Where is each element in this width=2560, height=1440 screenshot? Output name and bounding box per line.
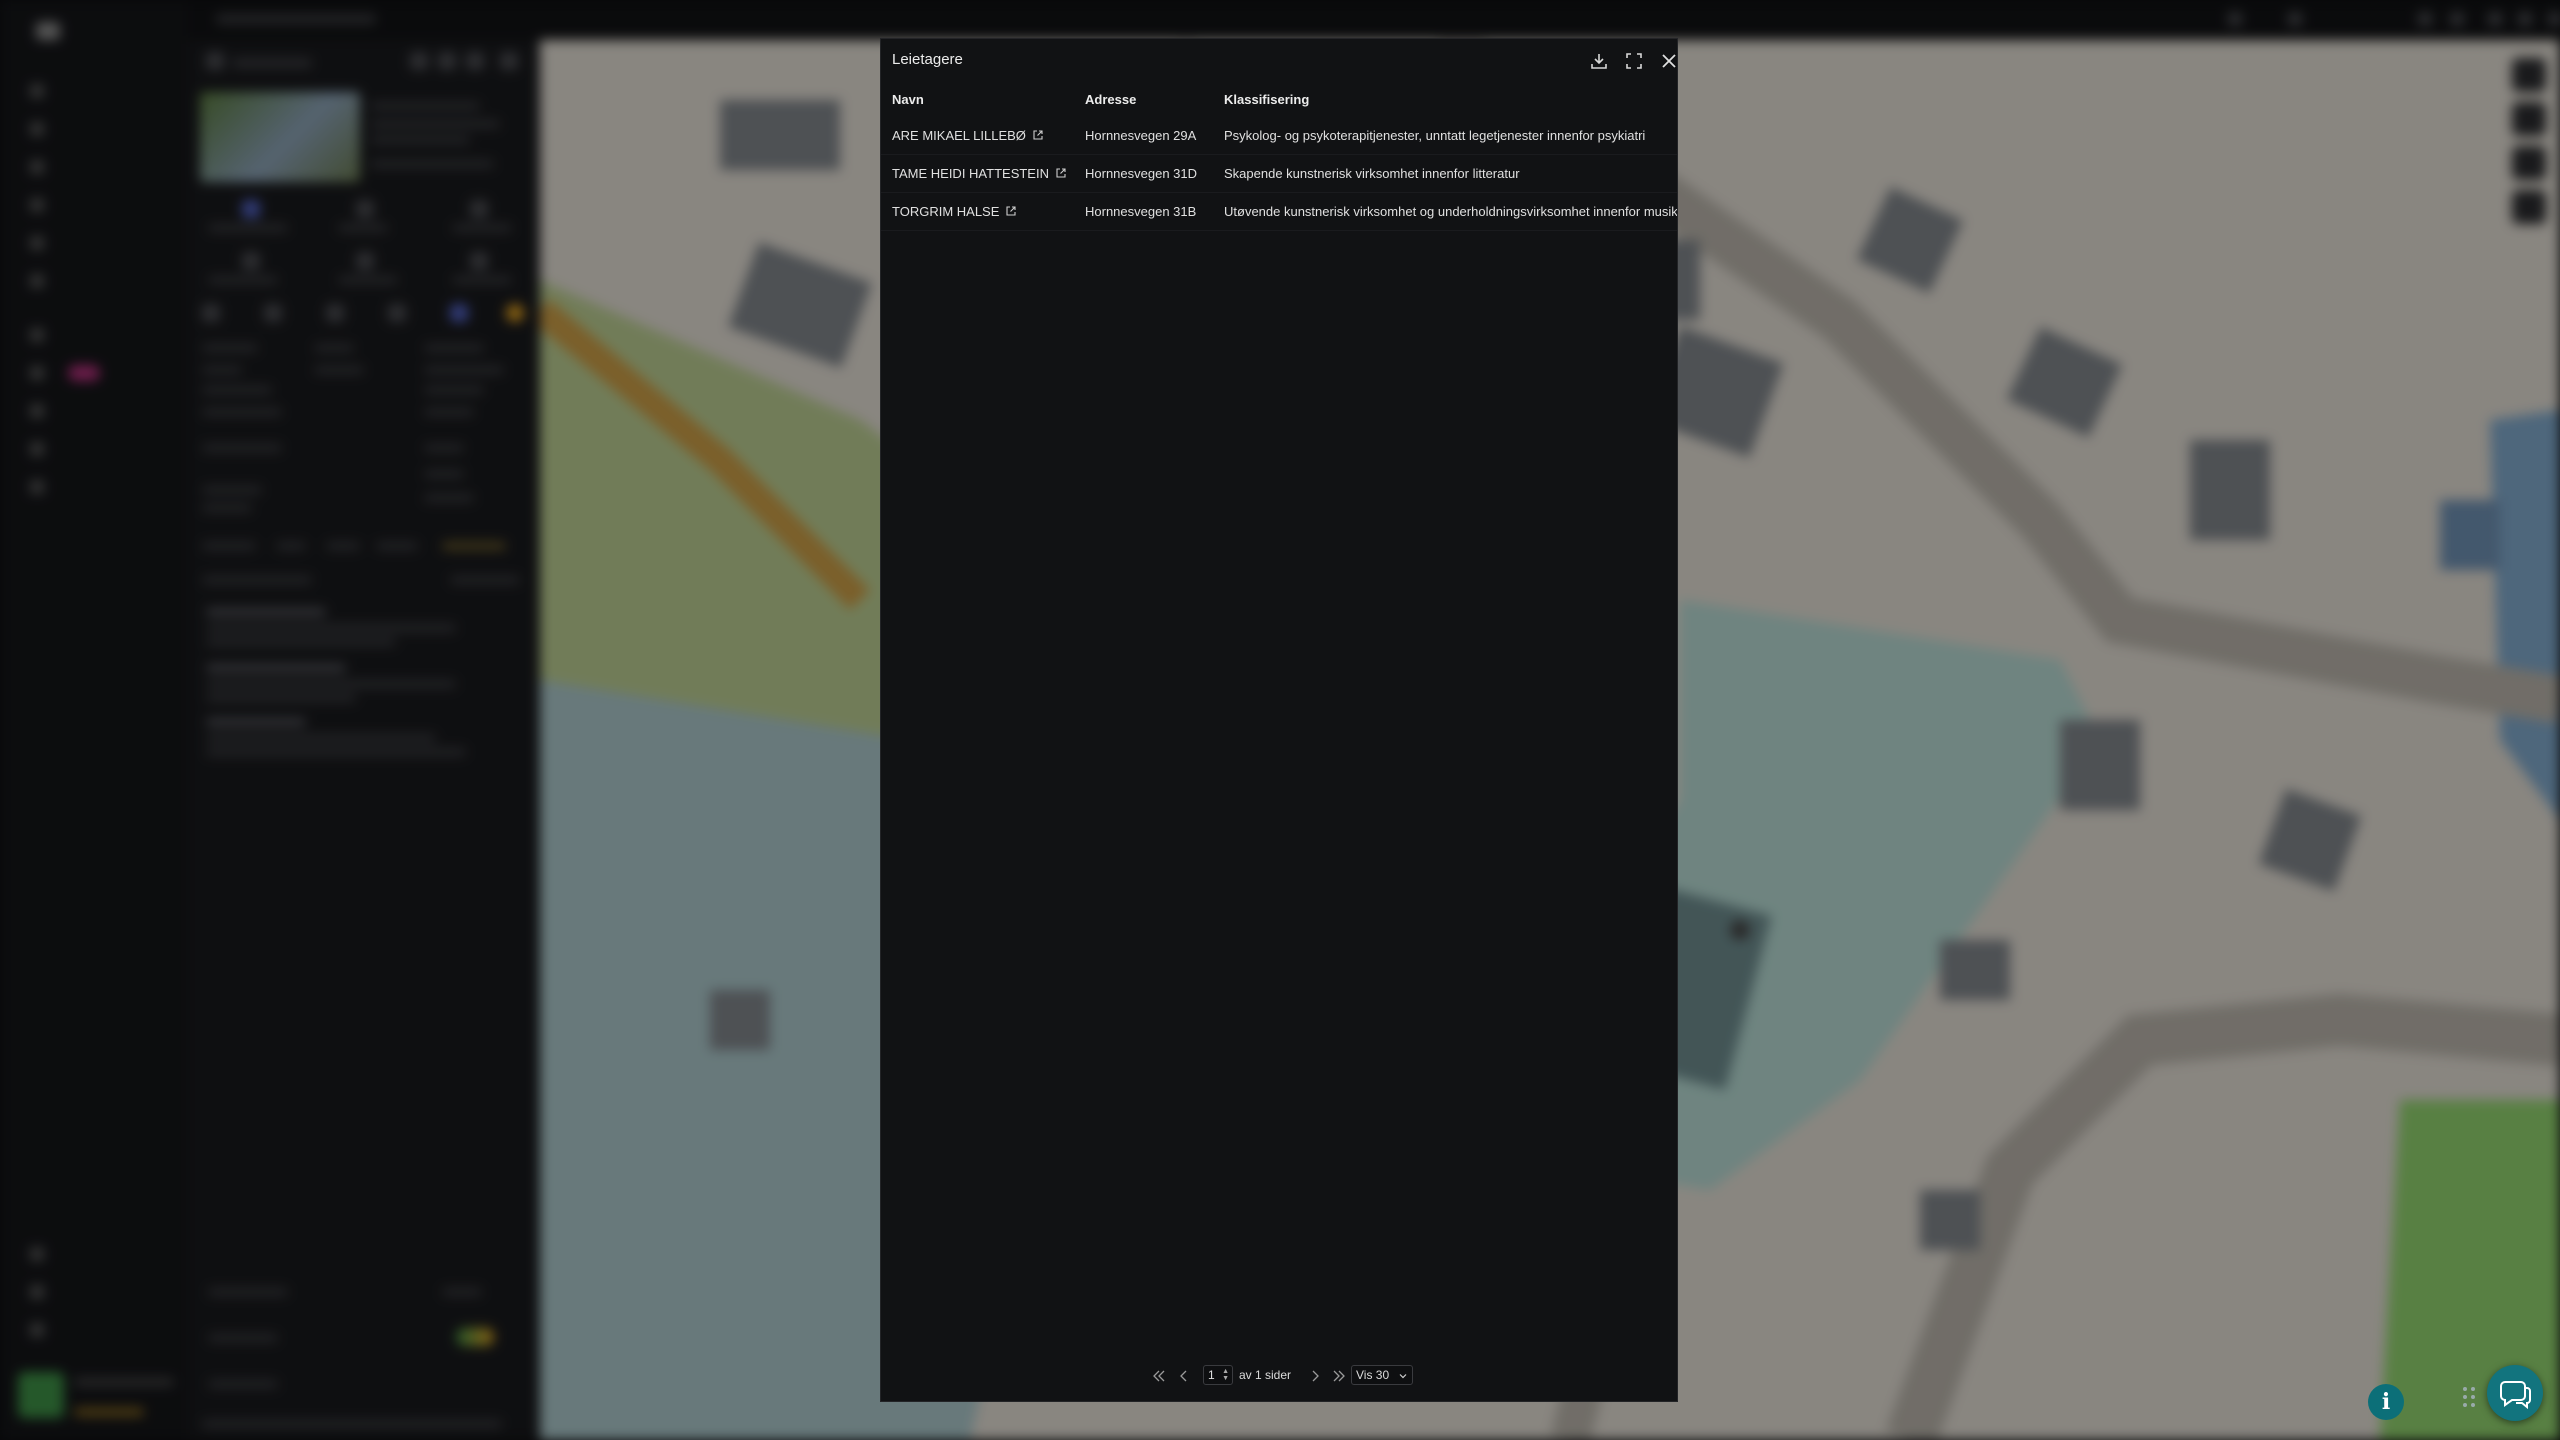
stepper-arrows-icon[interactable]: ▲ ▼ bbox=[1222, 1368, 1229, 1382]
double-chevron-right-icon bbox=[1333, 1370, 1345, 1382]
expand-icon bbox=[1626, 53, 1642, 69]
chevron-left-icon bbox=[1180, 1370, 1187, 1382]
table-row[interactable]: ARE MIKAEL LILLEBØ Hornnesvegen 29A Psyk… bbox=[881, 116, 1677, 155]
table-row[interactable]: TORGRIM HALSE Hornnesvegen 31B Utøvende … bbox=[881, 192, 1677, 231]
tenant-classification: Utøvende kunstnerisk virksomhet og under… bbox=[1224, 204, 1678, 219]
chevron-right-icon bbox=[1312, 1370, 1319, 1382]
column-header-address[interactable]: Adresse bbox=[1085, 92, 1136, 107]
info-button[interactable]: i bbox=[2368, 1384, 2404, 1420]
next-page-button[interactable] bbox=[1307, 1368, 1323, 1384]
download-icon bbox=[1591, 54, 1607, 69]
chat-icon bbox=[2500, 1381, 2531, 1410]
page-number-input[interactable]: 1 ▲ ▼ bbox=[1203, 1365, 1233, 1385]
tenant-classification: Psykolog- og psykoterapitjenester, unnta… bbox=[1224, 128, 1646, 143]
expand-button[interactable] bbox=[1622, 49, 1646, 73]
info-icon: i bbox=[2381, 1389, 2391, 1415]
tenant-address: Hornnesvegen 31D bbox=[1085, 166, 1198, 181]
drag-handle-icon[interactable] bbox=[2463, 1387, 2479, 1411]
close-button[interactable] bbox=[1657, 49, 1677, 73]
tenant-name[interactable]: TAME HEIDI HATTESTEIN bbox=[892, 166, 1067, 181]
tenant-name[interactable]: TORGRIM HALSE bbox=[892, 204, 1017, 219]
external-link-icon[interactable] bbox=[1005, 205, 1017, 217]
external-link-icon[interactable] bbox=[1055, 167, 1067, 179]
last-page-button[interactable] bbox=[1331, 1368, 1347, 1384]
chevron-down-icon bbox=[1399, 1374, 1407, 1379]
page-size-select[interactable]: Vis 30 bbox=[1351, 1365, 1413, 1385]
tenant-name[interactable]: ARE MIKAEL LILLEBØ bbox=[892, 128, 1044, 143]
tenant-address: Hornnesvegen 29A bbox=[1085, 128, 1197, 143]
tenants-modal: Leietagere Navn Adresse Klassifisering A… bbox=[880, 38, 1678, 1402]
tenant-classification: Skapende kunstnerisk virksomhet innenfor… bbox=[1224, 166, 1520, 181]
previous-page-button[interactable] bbox=[1176, 1368, 1192, 1384]
column-header-name[interactable]: Navn bbox=[892, 92, 924, 107]
close-icon bbox=[1662, 54, 1676, 68]
tenant-address: Hornnesvegen 31B bbox=[1085, 204, 1197, 219]
modal-title: Leietagere bbox=[892, 51, 963, 68]
first-page-button[interactable] bbox=[1151, 1368, 1167, 1384]
download-button[interactable] bbox=[1587, 49, 1611, 73]
table-row[interactable]: TAME HEIDI HATTESTEIN Hornnesvegen 31D S… bbox=[881, 154, 1677, 193]
external-link-icon[interactable] bbox=[1032, 129, 1044, 141]
chat-button[interactable] bbox=[2487, 1365, 2543, 1421]
column-header-classification[interactable]: Klassifisering bbox=[1224, 92, 1309, 107]
double-chevron-left-icon bbox=[1153, 1370, 1165, 1382]
pagination: 1 ▲ ▼ av 1 sider Vis 30 bbox=[881, 1364, 1677, 1390]
page-count-label: av 1 sider bbox=[1239, 1368, 1292, 1382]
